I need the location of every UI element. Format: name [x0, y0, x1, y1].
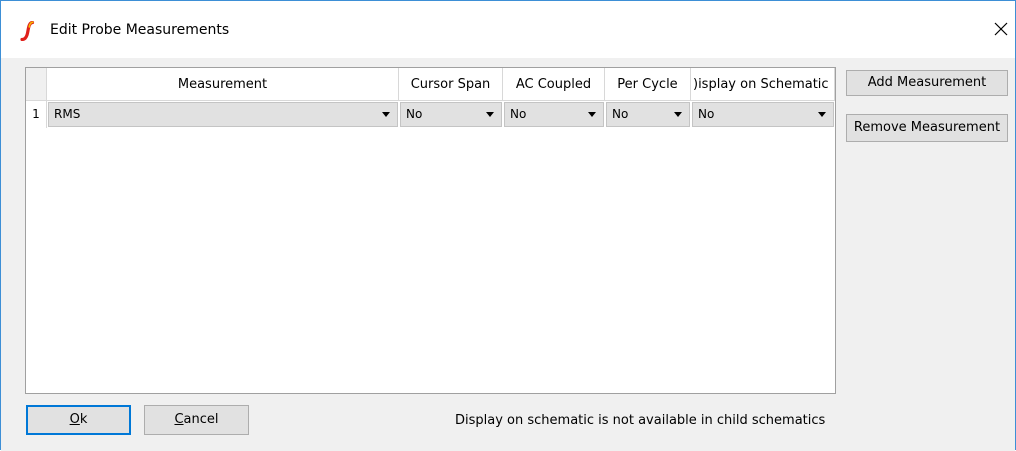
column-header-cursor-span[interactable]: Cursor Span [399, 68, 503, 101]
table-corner [26, 68, 47, 101]
status-message: Display on schematic is not available in… [455, 413, 826, 428]
dialog-client-area: Measurement Cursor Span AC Coupled Per C… [1, 58, 1015, 451]
window-title: Edit Probe Measurements [50, 22, 230, 38]
column-header-measurement[interactable]: Measurement [47, 68, 399, 101]
edit-probe-measurements-dialog: Edit Probe Measurements Measurement Curs… [0, 0, 1016, 451]
row-number: 1 [26, 101, 47, 128]
dropdown-arrow-icon [674, 112, 682, 117]
ltspice-logo-icon [20, 21, 35, 41]
dropdown-arrow-icon [382, 112, 390, 117]
display-on-schematic-value: No [698, 107, 715, 121]
remove-measurement-button[interactable]: Remove Measurement [846, 114, 1008, 142]
cancel-button[interactable]: Cancel [144, 405, 249, 435]
dropdown-arrow-icon [588, 112, 596, 117]
ok-button[interactable]: Ok [26, 405, 131, 435]
add-measurement-button[interactable]: Add Measurement [846, 70, 1008, 96]
close-button[interactable] [987, 15, 1015, 43]
column-header-per-cycle[interactable]: Per Cycle [605, 68, 691, 101]
dropdown-arrow-icon [486, 112, 494, 117]
column-header-display-on-schematic[interactable]: )isplay on Schematic [691, 68, 835, 101]
measurement-dropdown[interactable]: RMS [48, 102, 398, 127]
column-header-ac-coupled[interactable]: AC Coupled [503, 68, 605, 101]
cursor-span-dropdown[interactable]: No [400, 102, 502, 127]
per-cycle-value: No [612, 107, 629, 121]
ac-coupled-dropdown[interactable]: No [504, 102, 604, 127]
ac-coupled-value: No [510, 107, 527, 121]
close-icon [994, 22, 1008, 36]
measurements-table: Measurement Cursor Span AC Coupled Per C… [25, 67, 836, 394]
cursor-span-value: No [406, 107, 423, 121]
display-on-schematic-dropdown[interactable]: No [692, 102, 834, 127]
table-header-row: Measurement Cursor Span AC Coupled Per C… [26, 68, 835, 101]
title-bar: Edit Probe Measurements [1, 1, 1015, 58]
per-cycle-dropdown[interactable]: No [606, 102, 690, 127]
measurement-value: RMS [54, 107, 81, 121]
dropdown-arrow-icon [818, 112, 826, 117]
